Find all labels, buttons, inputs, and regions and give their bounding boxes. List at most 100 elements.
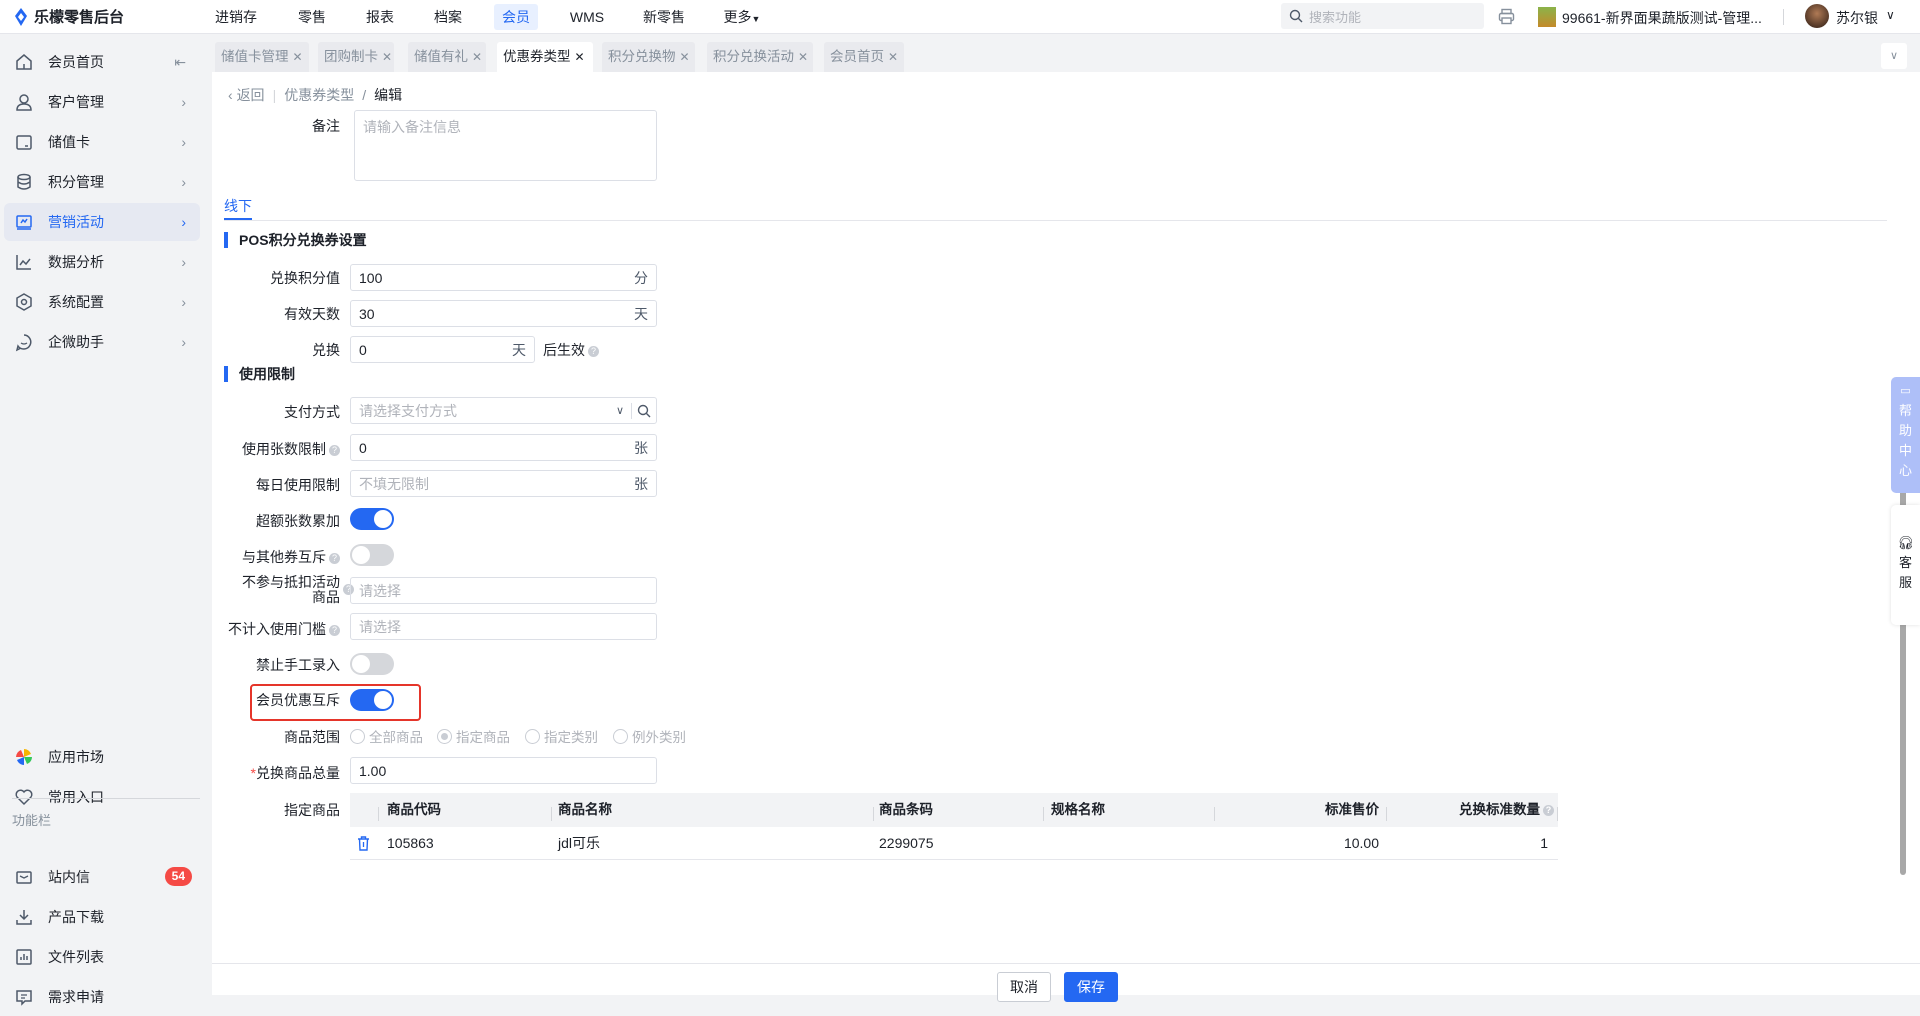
nav-more-label: 更多 xyxy=(723,9,752,25)
help-icon[interactable]: ? xyxy=(329,624,340,636)
sidebar-item-analytics[interactable]: 数据分析 › xyxy=(4,243,200,281)
help-icon[interactable]: ? xyxy=(588,345,599,357)
user-name[interactable]: 苏尔银 xyxy=(1836,8,1878,28)
tab-stored-card[interactable]: 储值卡管理 ✕ xyxy=(215,42,309,72)
footer-divider xyxy=(212,963,1920,964)
tab-points-goods[interactable]: 积分兑换物 ✕ xyxy=(602,42,695,72)
sidebar-item-label: 储值卡 xyxy=(48,134,90,150)
help-char: 心 xyxy=(1898,463,1912,478)
chevron-right-icon: › xyxy=(181,254,186,270)
scope-radio-category[interactable]: 指定类别 xyxy=(525,726,598,746)
payment-method-select[interactable]: 请选择支付方式 ∨ xyxy=(350,397,657,424)
search-input[interactable]: 搜索功能 xyxy=(1281,3,1484,29)
sidebar-item-requests[interactable]: 需求申请 xyxy=(4,978,200,1016)
manual-entry-toggle[interactable] xyxy=(350,653,394,675)
delete-icon[interactable] xyxy=(357,836,370,851)
chevron-right-icon: › xyxy=(181,174,186,190)
sidebar-item-label: 数据分析 xyxy=(48,254,104,270)
cell-exchange-qty[interactable]: 1 xyxy=(1540,828,1548,858)
sidebar-item-member-home[interactable]: 会员首页 ⇤ xyxy=(4,43,200,81)
total-qty-input[interactable]: 1.00 xyxy=(350,757,657,784)
nav-archive[interactable]: 档案 xyxy=(426,0,470,34)
chevron-right-icon: › xyxy=(181,134,186,150)
remark-placeholder: 请输入备注信息 xyxy=(363,119,461,135)
tabs-dropdown-button[interactable]: ∨ xyxy=(1881,43,1907,69)
home-icon xyxy=(16,54,32,70)
count-value: 0 xyxy=(359,439,367,456)
cancel-button[interactable]: 取消 xyxy=(997,972,1051,1002)
close-icon[interactable]: ✕ xyxy=(798,50,808,64)
close-icon[interactable]: ✕ xyxy=(472,50,482,64)
sidebar-item-customers[interactable]: 客户管理 › xyxy=(4,83,200,121)
sidebar-item-files[interactable]: 文件列表 xyxy=(4,938,200,976)
nav-new-retail[interactable]: 新零售 xyxy=(635,0,693,34)
tab-stored-gift[interactable]: 储值有礼 ✕ xyxy=(408,42,486,72)
search-placeholder: 搜索功能 xyxy=(1309,9,1362,25)
daily-placeholder: 不填无限制 xyxy=(359,475,429,492)
line-chart-icon xyxy=(16,255,31,270)
sidebar-item-settings[interactable]: 系统配置 › xyxy=(4,283,200,321)
app-logo[interactable]: 乐檬零售后台 xyxy=(14,6,124,27)
close-icon[interactable]: ✕ xyxy=(575,50,585,64)
sidebar-item-app-market[interactable]: 应用市场 xyxy=(4,738,200,776)
sidebar-item-points[interactable]: 积分管理 › xyxy=(4,163,200,201)
help-icon[interactable]: ? xyxy=(1543,804,1554,816)
search-icon[interactable] xyxy=(637,404,651,418)
nav-reports[interactable]: 报表 xyxy=(358,0,402,34)
nav-jinxiaocun[interactable]: 进销存 xyxy=(207,0,265,34)
column-header-exchange-qty: 兑换标准数量? xyxy=(1459,793,1554,827)
divider xyxy=(224,220,1887,221)
close-icon[interactable]: ✕ xyxy=(382,50,392,64)
tab-offline[interactable]: 线下 xyxy=(224,196,252,216)
tab-group-card[interactable]: 团购制卡 ✕ xyxy=(318,42,394,72)
mutex-toggle[interactable] xyxy=(350,544,394,566)
scope-radio-all[interactable]: 全部商品 xyxy=(350,726,423,746)
close-icon[interactable]: ✕ xyxy=(888,50,898,64)
sidebar-item-downloads[interactable]: 产品下载 xyxy=(4,898,200,936)
scope-radio-goods[interactable]: 指定商品 xyxy=(437,726,510,746)
exclude-goods-select[interactable]: 请选择 xyxy=(350,577,657,604)
nav-retail[interactable]: 零售 xyxy=(290,0,334,34)
chevron-down-icon[interactable]: ∨ xyxy=(1886,8,1895,22)
sidebar-item-marketing[interactable]: 营销活动 › xyxy=(4,203,200,241)
delay-days-input[interactable]: 0天 xyxy=(350,336,535,363)
nav-member[interactable]: 会员 xyxy=(494,4,538,30)
tab-coupon-type[interactable]: 优惠券类型 ✕ xyxy=(497,42,593,72)
sidebar-item-stored-card[interactable]: 储值卡 › xyxy=(4,123,200,161)
help-icon[interactable]: ? xyxy=(329,444,340,456)
close-icon[interactable]: ✕ xyxy=(680,50,690,64)
nav-more[interactable]: 更多▼ xyxy=(716,0,769,34)
printer-icon[interactable] xyxy=(1498,8,1515,25)
store-selector[interactable]: 99661-新界面果蔬版测试-管理... xyxy=(1562,8,1762,28)
remark-textarea[interactable]: 请输入备注信息 xyxy=(354,110,657,181)
sidebar-item-inbox[interactable]: 站内信 54 xyxy=(4,858,200,896)
scope-radio-except[interactable]: 例外类别 xyxy=(613,726,686,746)
threshold-select[interactable]: 请选择 xyxy=(350,613,657,640)
close-icon[interactable]: ✕ xyxy=(293,50,303,64)
delay-suffix: 后生效? xyxy=(543,340,599,360)
member-mutex-toggle[interactable] xyxy=(350,689,394,711)
collapse-sidebar-icon[interactable]: ⇤ xyxy=(174,54,186,71)
breadcrumb-parent[interactable]: 优惠券类型 xyxy=(284,85,354,105)
help-center-button[interactable]: ▭ 帮 助 中 心 xyxy=(1891,377,1920,493)
nav-wms[interactable]: WMS xyxy=(562,0,612,34)
delay-value: 0 xyxy=(359,341,367,358)
daily-limit-input[interactable]: 不填无限制 张 xyxy=(350,470,657,497)
tab-points-activity[interactable]: 积分兑换活动 ✕ xyxy=(707,42,813,72)
customer-service-button[interactable]: 🎧︎ 客 服 xyxy=(1891,505,1920,625)
user-avatar[interactable] xyxy=(1805,4,1829,28)
overflow-toggle[interactable] xyxy=(350,508,394,530)
sidebar-item-wecom[interactable]: 企微助手 › xyxy=(4,323,200,361)
radio-icon xyxy=(525,728,540,744)
points-input[interactable]: 100 分 xyxy=(350,264,657,291)
tab-member-home[interactable]: 会员首页 ✕ xyxy=(824,42,904,72)
sidebar-item-label: 需求申请 xyxy=(48,989,104,1005)
sidebar-item-label: 文件列表 xyxy=(48,949,104,965)
help-icon[interactable]: ? xyxy=(329,552,340,564)
back-link[interactable]: ‹ 返回 xyxy=(228,85,265,105)
column-divider xyxy=(551,807,552,821)
app-title: 乐檬零售后台 xyxy=(34,9,125,26)
save-button[interactable]: 保存 xyxy=(1064,972,1118,1002)
valid-days-input[interactable]: 30 天 xyxy=(350,300,657,327)
count-limit-input[interactable]: 0张 xyxy=(350,434,657,461)
